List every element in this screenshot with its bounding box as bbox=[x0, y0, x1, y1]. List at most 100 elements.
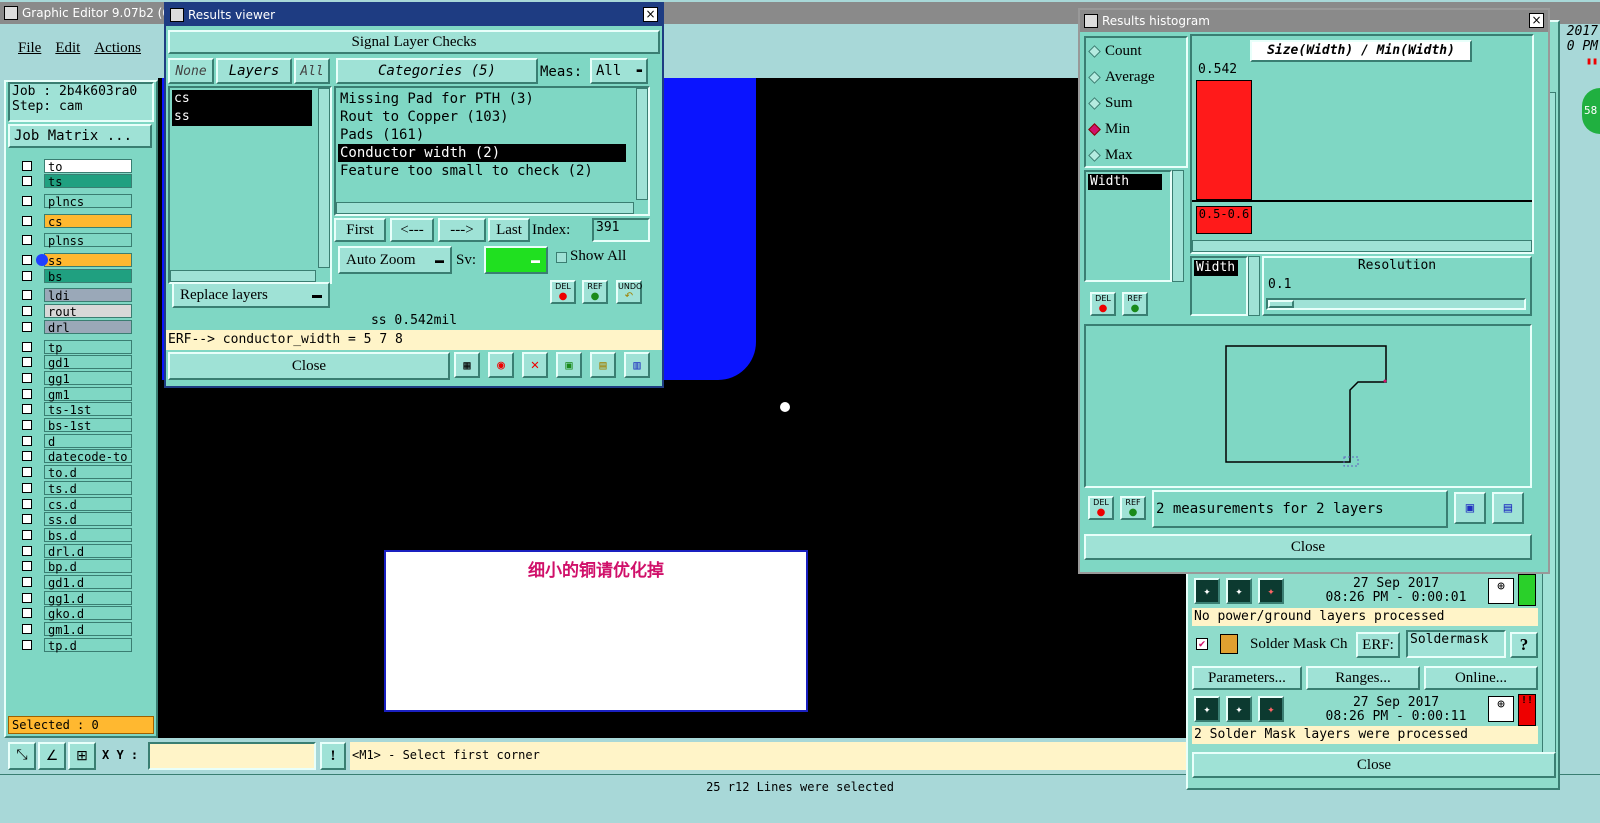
layer-name[interactable]: ts bbox=[44, 174, 132, 189]
ranges-button[interactable]: Ranges... bbox=[1306, 666, 1420, 690]
field-item[interactable]: Width bbox=[1088, 174, 1162, 190]
layer-row-plnss[interactable]: plnss bbox=[18, 233, 132, 248]
parameters-button[interactable]: Parameters... bbox=[1192, 666, 1302, 690]
layer-row-plncs[interactable]: plncs bbox=[18, 193, 132, 209]
run-icon-4[interactable]: ✦ bbox=[1194, 696, 1220, 722]
ref-button[interactable]: REF ● bbox=[582, 280, 608, 304]
layer-checkbox[interactable] bbox=[22, 561, 32, 572]
layer-row-d[interactable]: d bbox=[18, 433, 132, 449]
layer-checkbox[interactable] bbox=[22, 255, 32, 265]
rv-layer-item[interactable]: ss bbox=[172, 108, 312, 126]
layer-row-gg1[interactable]: gg1 bbox=[18, 370, 132, 386]
category-item[interactable]: Conductor width (2) bbox=[338, 144, 626, 162]
menu-file[interactable]: File bbox=[18, 40, 41, 62]
layer-row-tp.d[interactable]: tp.d bbox=[18, 637, 132, 653]
layer-checkbox[interactable] bbox=[22, 270, 32, 281]
layer-name[interactable]: ts-1st bbox=[44, 402, 132, 417]
layer-checkbox[interactable] bbox=[22, 160, 32, 171]
snap-icon[interactable]: ∠ bbox=[38, 742, 66, 770]
run-icon-3[interactable]: ✦ bbox=[1258, 578, 1284, 604]
checklist-close-button[interactable]: Close bbox=[1192, 752, 1556, 778]
layer-row-datecode-to[interactable]: datecode-to bbox=[18, 449, 132, 464]
radio-icon[interactable] bbox=[1088, 122, 1101, 136]
show-all-checkbox[interactable] bbox=[556, 252, 567, 263]
run-icon-1[interactable]: ✦ bbox=[1194, 578, 1220, 604]
first-button[interactable]: First bbox=[334, 218, 386, 242]
categories-button[interactable]: Categories (5) bbox=[336, 58, 538, 84]
next-button[interactable]: ---> bbox=[438, 218, 486, 242]
layer-name[interactable]: gm1.d bbox=[44, 622, 132, 637]
rv-layer-item[interactable]: cs bbox=[172, 90, 312, 108]
layer-row-ts-1st[interactable]: ts-1st bbox=[18, 402, 132, 417]
layer-checkbox[interactable] bbox=[22, 321, 32, 332]
layer-checkbox[interactable] bbox=[22, 435, 32, 446]
layer-name[interactable]: plncs bbox=[44, 193, 132, 209]
layer-name[interactable]: to.d bbox=[44, 465, 132, 480]
mode-option-min[interactable]: Min bbox=[1086, 116, 1186, 142]
mode-option-sum[interactable]: Sum bbox=[1086, 90, 1186, 116]
solder-check-checkbox[interactable]: ✔ bbox=[1196, 638, 1208, 650]
layer-checkbox[interactable] bbox=[22, 404, 32, 415]
layer-checkbox[interactable] bbox=[22, 545, 32, 556]
layer-name[interactable]: ts.d bbox=[44, 480, 132, 496]
layer-checkbox[interactable] bbox=[22, 529, 32, 540]
category-item[interactable]: Rout to Copper (103) bbox=[338, 108, 626, 126]
prev-button[interactable]: <--- bbox=[390, 218, 434, 242]
layer-checkbox[interactable] bbox=[22, 608, 32, 619]
layer-checkbox[interactable] bbox=[22, 215, 32, 226]
layer-row-to.d[interactable]: to.d bbox=[18, 465, 132, 480]
layer-row-ss.d[interactable]: ss.d bbox=[18, 512, 132, 527]
cat-hscroll[interactable] bbox=[336, 202, 634, 214]
del-button[interactable]: DEL ● bbox=[550, 280, 576, 304]
layer-checkbox[interactable] bbox=[22, 290, 32, 301]
rv-layer-hscroll[interactable] bbox=[170, 270, 316, 282]
radio-icon[interactable] bbox=[1088, 148, 1101, 162]
layer-name[interactable]: datecode-to bbox=[44, 449, 132, 464]
layer-checkbox[interactable] bbox=[22, 195, 32, 206]
layer-name[interactable]: gko.d bbox=[44, 606, 132, 621]
replace-layers-dropdown[interactable]: Replace layers ▬ bbox=[172, 282, 330, 308]
layer-name[interactable]: gd1 bbox=[44, 355, 132, 370]
layer-row-gg1.d[interactable]: gg1.d bbox=[18, 590, 132, 606]
radio-icon[interactable] bbox=[1088, 96, 1101, 110]
resolution-slider-thumb[interactable] bbox=[1268, 300, 1294, 308]
layer-checkbox[interactable] bbox=[22, 451, 32, 462]
menu-actions[interactable]: Actions bbox=[94, 40, 141, 62]
layers-toggle-button[interactable]: Layers bbox=[216, 58, 292, 84]
run-icon-2[interactable]: ✦ bbox=[1226, 578, 1252, 604]
erf-value-field[interactable]: Soldermask bbox=[1406, 630, 1506, 658]
report-icon[interactable]: ▤ bbox=[590, 352, 616, 378]
layer-row-bs-1st[interactable]: bs-1st bbox=[18, 418, 132, 433]
layer-row-cs.d[interactable]: cs.d bbox=[18, 496, 132, 512]
index-input[interactable]: 391 bbox=[592, 218, 650, 242]
menu-edit[interactable]: Edit bbox=[55, 40, 80, 62]
category-item[interactable]: Feature too small to check (2) bbox=[338, 162, 626, 180]
radio-icon[interactable] bbox=[1088, 70, 1101, 84]
layer-checkbox[interactable] bbox=[22, 235, 32, 246]
record-icon[interactable]: ◉ bbox=[488, 352, 514, 378]
auto-zoom-dropdown[interactable]: Auto Zoom ▬ bbox=[338, 246, 452, 274]
sv-color-dropdown[interactable]: ▬ bbox=[484, 246, 548, 274]
layer-name[interactable]: d bbox=[44, 433, 132, 449]
last-button[interactable]: Last bbox=[488, 218, 530, 242]
layer-checkbox[interactable] bbox=[22, 341, 32, 352]
layer-row-ts[interactable]: ts bbox=[18, 174, 132, 189]
layer-name[interactable]: rout bbox=[44, 304, 132, 319]
cat-vscroll[interactable] bbox=[636, 88, 648, 200]
layer-name[interactable]: cs.d bbox=[44, 496, 132, 512]
zoom-area-icon[interactable]: ⤡ bbox=[8, 742, 36, 770]
rv-title-bar[interactable]: Results viewer × bbox=[166, 4, 662, 26]
layer-row-to[interactable]: to bbox=[18, 158, 132, 174]
layer-checkbox[interactable] bbox=[22, 388, 32, 399]
layer-row-gd1[interactable]: gd1 bbox=[18, 355, 132, 370]
online-button[interactable]: Online... bbox=[1424, 666, 1538, 690]
mode-option-count[interactable]: Count bbox=[1086, 38, 1186, 64]
erf-button[interactable]: ERF: bbox=[1356, 632, 1400, 658]
hg-close-icon[interactable]: × bbox=[1529, 13, 1544, 28]
resolution-slider[interactable] bbox=[1266, 298, 1526, 310]
rv-close-icon[interactable]: × bbox=[643, 7, 658, 22]
mode-option-max[interactable]: Max bbox=[1086, 142, 1186, 168]
layer-row-gm1[interactable]: gm1 bbox=[18, 386, 132, 402]
resolution-field-vscroll[interactable] bbox=[1248, 256, 1260, 316]
chart-hscroll[interactable] bbox=[1192, 240, 1532, 252]
